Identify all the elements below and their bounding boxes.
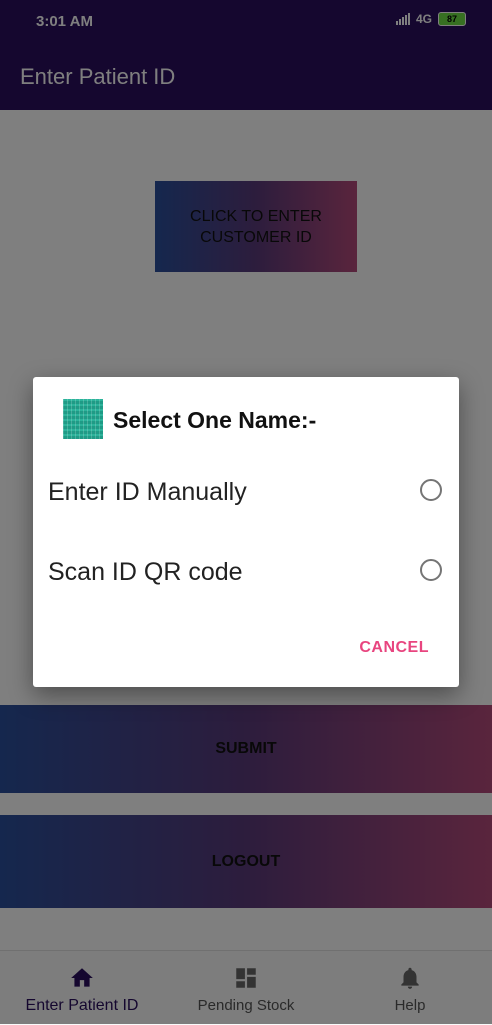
app-logo-icon xyxy=(63,399,103,439)
radio-button[interactable] xyxy=(420,479,442,501)
option-enter-id-manually[interactable]: Enter ID Manually xyxy=(33,457,459,527)
cancel-button[interactable]: CANCEL xyxy=(359,639,429,657)
dialog-title: Select One Name:- xyxy=(113,407,317,433)
option-scan-qr-code[interactable]: Scan ID QR code xyxy=(33,537,459,607)
option-label: Enter ID Manually xyxy=(48,478,247,506)
option-label: Scan ID QR code xyxy=(48,558,243,586)
select-dialog: Select One Name:- Enter ID Manually Scan… xyxy=(33,377,459,687)
radio-button[interactable] xyxy=(420,559,442,581)
